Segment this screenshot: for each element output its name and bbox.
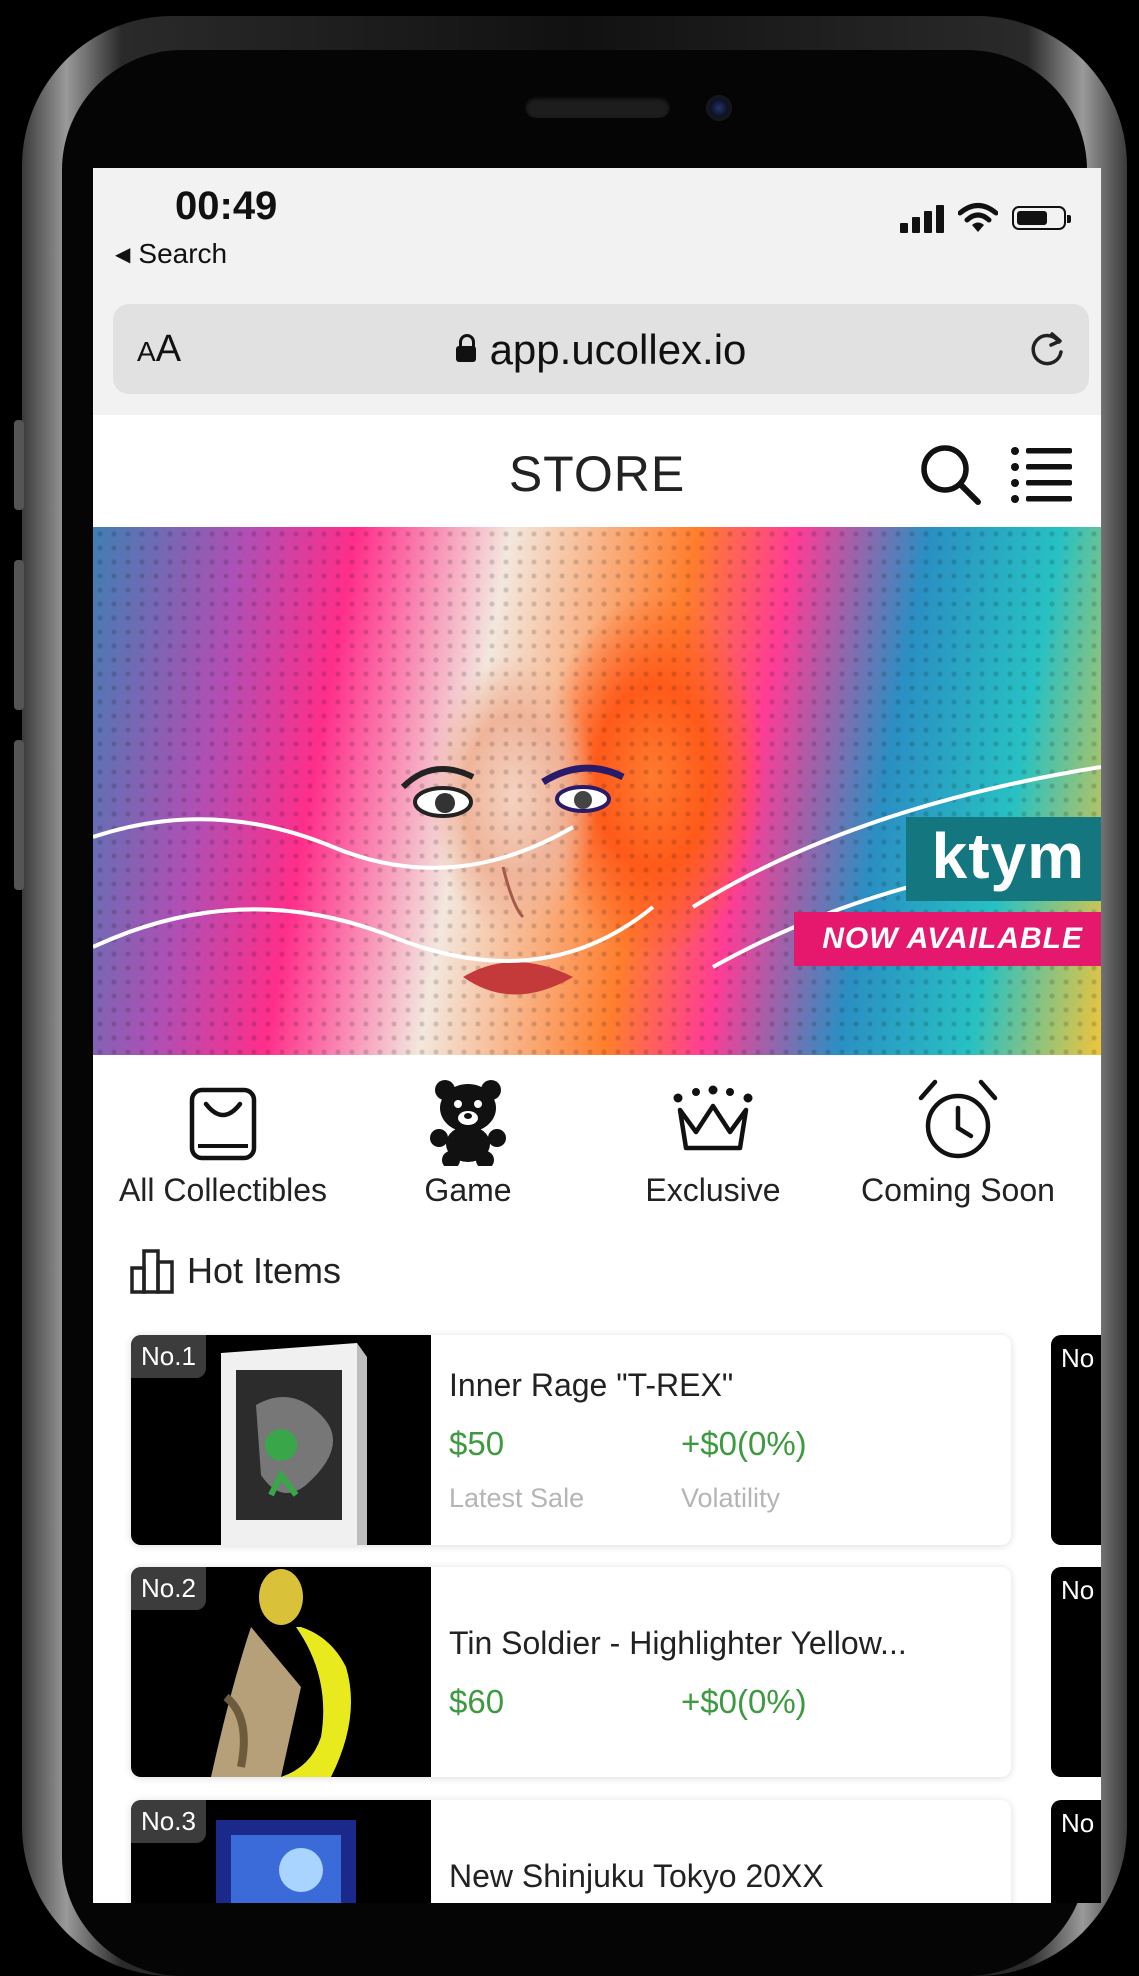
category-label: Exclusive	[645, 1172, 781, 1208]
phone-camera	[706, 95, 732, 121]
item-volatility: +$0(0%)	[681, 1683, 807, 1720]
crown-icon	[673, 1085, 753, 1151]
cellular-signal-icon	[900, 203, 944, 233]
hot-item-card[interactable]: No.1 Inner Rage "T-REX" $50 +$0(0%) Late…	[131, 1335, 1011, 1545]
category-coming-soon[interactable]: Coming Soon	[838, 1076, 1078, 1209]
address-bar[interactable]: AA app.ucollex.io	[113, 304, 1089, 394]
promo-banner[interactable]: ktym NOW AVAILABLE	[93, 527, 1101, 1055]
category-label: Game	[424, 1172, 512, 1208]
category-label: Coming Soon	[861, 1172, 1055, 1208]
category-exclusive[interactable]: Exclusive	[593, 1076, 833, 1209]
hot-items-title: Hot Items	[187, 1250, 342, 1291]
phone-side-button	[14, 560, 24, 710]
latest-sale-label: Latest Sale	[449, 1483, 585, 1513]
status-icons	[900, 202, 1071, 234]
item-thumbnail: No.2	[131, 1567, 431, 1777]
reload-icon[interactable]	[1023, 324, 1071, 372]
item-volatility: +$0(0%)	[681, 1425, 807, 1462]
back-triangle-icon: ◀	[115, 244, 131, 266]
hot-item-card[interactable]: No.3 New Shinjuku Tokyo 20XX	[131, 1800, 1011, 1903]
peek-rank: No	[1061, 1575, 1095, 1605]
url-text[interactable]: app.ucollex.io	[113, 326, 1089, 374]
phone-side-button	[14, 420, 24, 510]
search-icon[interactable]	[917, 441, 983, 507]
phone-screen: 00:49 ◀ Search AA app.ucollex.io STORE k…	[93, 168, 1101, 1903]
status-time: 00:49	[175, 184, 278, 228]
back-to-search-link[interactable]: ◀ Search	[115, 238, 227, 270]
lock-icon	[455, 334, 476, 362]
phone-side-button	[14, 740, 24, 890]
item-name: Tin Soldier - Highlighter Yellow...	[449, 1625, 907, 1661]
peek-rank: No	[1061, 1808, 1095, 1838]
item-name: Inner Rage "T-REX"	[449, 1367, 734, 1403]
item-rank: No.1	[131, 1335, 206, 1378]
next-card-peek[interactable]: No	[1051, 1800, 1101, 1903]
item-price: $50	[449, 1425, 505, 1462]
hot-item-card[interactable]: No.2 Tin Soldier - Highlighter Yellow...…	[131, 1567, 1011, 1777]
item-thumbnail: No.1	[131, 1335, 431, 1545]
category-all-collectibles[interactable]: All Collectibles	[103, 1076, 343, 1209]
browser-toolbar: AA app.ucollex.io	[93, 290, 1101, 416]
wifi-icon	[958, 203, 998, 232]
alarm-clock-icon	[918, 1079, 998, 1159]
status-bar: 00:49 ◀ Search	[93, 168, 1101, 290]
app-header: STORE	[93, 415, 1101, 535]
category-row: All Collectibles Game Exclusive Coming S…	[93, 1076, 1101, 1226]
teddy-bear-icon	[430, 1080, 506, 1166]
item-thumbnail: No.3	[131, 1800, 431, 1903]
phone-speaker	[525, 96, 670, 118]
battery-icon	[1012, 206, 1071, 230]
shopping-bag-icon	[189, 1087, 257, 1161]
next-card-peek[interactable]: No	[1051, 1335, 1101, 1545]
menu-icon[interactable]	[1010, 445, 1074, 503]
next-card-peek[interactable]: No	[1051, 1567, 1101, 1777]
bar-chart-icon	[130, 1249, 174, 1294]
category-game[interactable]: Game	[348, 1076, 588, 1209]
banner-title: ktym	[905, 817, 1101, 901]
item-rank: No.3	[131, 1800, 206, 1843]
peek-rank: No	[1061, 1343, 1095, 1373]
item-name: New Shinjuku Tokyo 20XX	[449, 1858, 824, 1894]
category-label: All Collectibles	[118, 1172, 328, 1208]
hot-items-heading: Hot Items	[129, 1248, 341, 1294]
volatility-label: Volatility	[681, 1483, 781, 1513]
banner-tagline: NOW AVAILABLE	[794, 912, 1101, 966]
item-price: $60	[449, 1683, 505, 1720]
back-label: Search	[138, 238, 228, 269]
item-rank: No.2	[131, 1567, 206, 1610]
